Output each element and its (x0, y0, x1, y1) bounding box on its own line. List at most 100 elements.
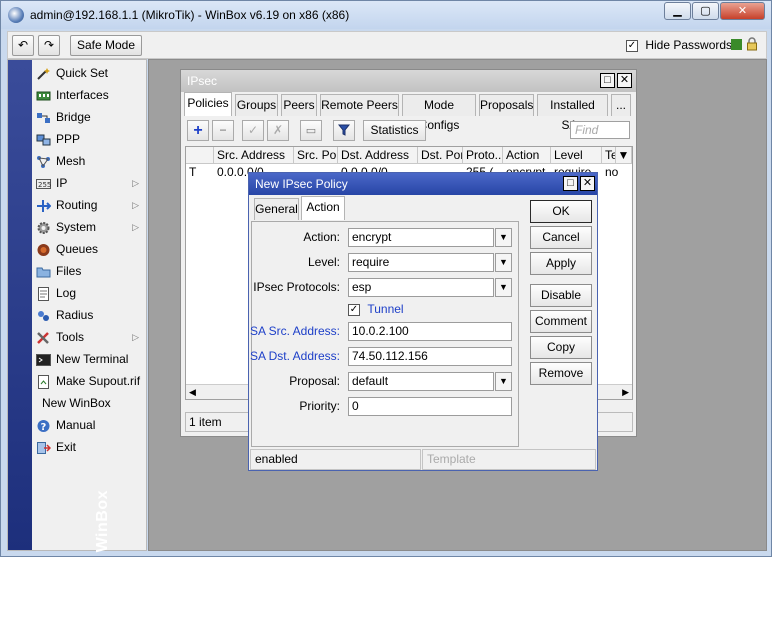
apply-button[interactable]: Apply (530, 252, 592, 275)
sidebar-item-tools[interactable]: Tools ▷ (32, 326, 147, 348)
column-header-src-address[interactable]: Src. Address (214, 147, 294, 164)
sa-dst-address-input[interactable]: 74.50.112.156 (348, 347, 512, 366)
interfaces-icon (36, 88, 51, 102)
new-ipsec-policy-dialog: New IPsec Policy □ ✕ General Action Acti… (248, 172, 598, 471)
tab-general[interactable]: General (254, 198, 299, 220)
tunnel-checkbox[interactable]: ✓ (348, 303, 360, 316)
sidebar-item-new-terminal[interactable]: New Terminal (32, 348, 147, 370)
sidebar-item-ip[interactable]: 255 IP ▷ (32, 172, 147, 194)
ipsec-close-button[interactable]: ✕ (617, 73, 632, 88)
filter-button[interactable] (333, 120, 355, 141)
column-header-src-port[interactable]: Src. Port (294, 147, 338, 164)
sidebar-item-make-supout[interactable]: Make Supout.rif (32, 370, 147, 392)
tab-policies[interactable]: Policies (184, 92, 232, 116)
enable-button[interactable]: ✓ (242, 120, 264, 141)
sidebar-item-interfaces[interactable]: Interfaces (32, 84, 147, 106)
column-header-flag[interactable] (186, 147, 214, 164)
status-indicator-icon (731, 39, 742, 50)
tunnel-option[interactable]: ✓ Tunnel (348, 302, 404, 316)
action-dropdown-button[interactable]: ▼ (495, 228, 512, 247)
sidebar-item-manual[interactable]: ? Manual (32, 414, 147, 436)
comment-button[interactable]: ▭ (300, 120, 322, 141)
sidebar-item-quick-set[interactable]: Quick Set (32, 62, 147, 84)
sidebar-item-exit[interactable]: Exit (32, 436, 147, 458)
check-icon: ✓ (247, 123, 259, 137)
tab-more[interactable]: ... (611, 94, 631, 116)
disable-button[interactable]: Disable (530, 284, 592, 307)
remove-button[interactable]: Remove (530, 362, 592, 385)
statistics-button[interactable]: Statistics (363, 120, 426, 141)
scroll-left-icon[interactable]: ◀ (189, 385, 196, 400)
tab-action[interactable]: Action (301, 196, 345, 220)
close-window-button[interactable]: ✕ (720, 2, 765, 20)
chevron-down-icon: ▼ (499, 376, 508, 386)
column-header-te[interactable]: Te (602, 147, 616, 164)
sidebar-item-ppp[interactable]: PPP (32, 128, 147, 150)
plus-icon: + (193, 122, 203, 139)
sidebar-item-queues[interactable]: Queues (32, 238, 147, 260)
bridge-icon (36, 110, 51, 124)
sidebar-item-files[interactable]: Files (32, 260, 147, 282)
safe-mode-button[interactable]: Safe Mode (70, 35, 142, 56)
level-select[interactable]: require (348, 253, 494, 272)
sidebar-item-bridge[interactable]: Bridge (32, 106, 147, 128)
ppp-icon (36, 132, 51, 146)
remove-button[interactable]: − (212, 120, 234, 141)
column-header-level[interactable]: Level (551, 147, 602, 164)
proposal-dropdown-button[interactable]: ▼ (495, 372, 512, 391)
redo-button[interactable]: ↷ (38, 35, 60, 56)
log-icon (36, 286, 51, 301)
chevron-down-icon: ▼ (499, 282, 508, 292)
wand-icon (36, 66, 51, 80)
column-header-action[interactable]: Action (503, 147, 551, 164)
find-input[interactable]: Find (570, 121, 630, 139)
tab-peers[interactable]: Peers (281, 94, 317, 116)
level-dropdown-button[interactable]: ▼ (495, 253, 512, 272)
column-header-proto[interactable]: Proto... (463, 147, 503, 164)
tab-remote-peers[interactable]: Remote Peers (320, 94, 399, 116)
ipsec-protocols-select[interactable]: esp (348, 278, 494, 297)
dialog-close-button[interactable]: ✕ (580, 176, 595, 191)
tab-installed-sas[interactable]: Installed SAs (537, 94, 608, 132)
tab-proposals[interactable]: Proposals (479, 94, 534, 116)
priority-input[interactable]: 0 (348, 397, 512, 416)
winbox-window: admin@192.168.1.1 (MikroTik) - WinBox v6… (0, 0, 772, 636)
column-header-dst-address[interactable]: Dst. Address (338, 147, 418, 164)
level-label: Level: (307, 255, 340, 269)
comment-button[interactable]: Comment (530, 310, 592, 333)
ipsec-maximize-button[interactable]: □ (600, 73, 615, 88)
maximize-button[interactable]: ▢ (692, 2, 719, 20)
tab-mode-configs[interactable]: Mode Configs (402, 94, 476, 132)
sidebar-item-routing[interactable]: Routing ▷ (32, 194, 147, 216)
dialog-maximize-button[interactable]: □ (563, 176, 578, 191)
submenu-arrow-icon: ▷ (132, 222, 139, 232)
sa-src-address-input[interactable]: 10.0.2.100 (348, 322, 512, 341)
svg-text:255: 255 (38, 181, 51, 189)
protocols-dropdown-button[interactable]: ▼ (495, 278, 512, 297)
submenu-arrow-icon: ▷ (132, 332, 139, 342)
submenu-arrow-icon: ▷ (132, 178, 139, 188)
filter-icon (337, 124, 351, 139)
column-menu-button[interactable]: ▼ (616, 147, 632, 164)
column-header-dst-port[interactable]: Dst. Port (418, 147, 463, 164)
hide-passwords-option[interactable]: ✓ Hide Passwords (626, 38, 732, 52)
cancel-button[interactable]: Cancel (530, 226, 592, 249)
sidebar-item-radius[interactable]: Radius (32, 304, 147, 326)
sidebar-item-log[interactable]: Log (32, 282, 147, 304)
minimize-button[interactable]: ▁ (664, 2, 691, 20)
disable-button[interactable]: ✗ (267, 120, 289, 141)
scroll-right-icon[interactable]: ▶ (622, 385, 629, 400)
sidebar-item-mesh[interactable]: Mesh (32, 150, 147, 172)
action-select[interactable]: encrypt (348, 228, 494, 247)
undo-button[interactable]: ↶ (12, 35, 34, 56)
ok-button[interactable]: OK (530, 200, 592, 223)
sidebar-item-new-winbox[interactable]: New WinBox (32, 392, 147, 414)
sidebar-item-system[interactable]: System ▷ (32, 216, 147, 238)
copy-button[interactable]: Copy (530, 336, 592, 359)
add-button[interactable]: + (187, 120, 209, 141)
routing-icon (36, 198, 52, 212)
exit-icon (36, 440, 52, 454)
proposal-select[interactable]: default (348, 372, 494, 391)
tab-groups[interactable]: Groups (235, 94, 278, 116)
hide-passwords-checkbox[interactable]: ✓ (626, 39, 638, 52)
